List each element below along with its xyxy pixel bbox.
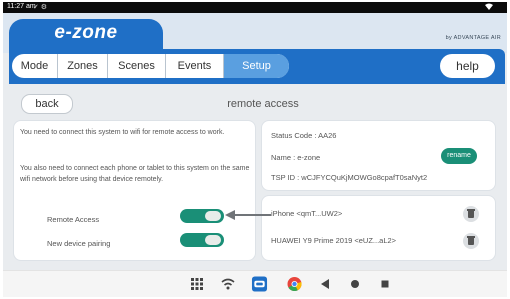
paired-device-label: iPhone <qmT...UW2>: [271, 209, 343, 218]
wifi-icon[interactable]: [221, 276, 235, 292]
help-button[interactable]: help: [440, 54, 495, 78]
wifi-requirement-message: You need to connect this system to wifi …: [20, 129, 225, 136]
android-status-bar: 11:27 am ✓ ⚙: [3, 2, 507, 13]
paired-device-label: HUAWEI Y9 Prime 2019 <eUZ...aL2>: [271, 236, 397, 245]
tsp-id: TSP ID : wCJFYCQuKjMOWGo8cpafT0saNyt2: [271, 173, 428, 182]
tab-events[interactable]: Events: [166, 54, 224, 78]
main-tabs: Mode Zones Scenes Events Setup: [12, 54, 289, 78]
ezone-app-icon[interactable]: [251, 276, 268, 292]
paired-devices-card: iPhone <qmT...UW2> HUAWEI Y9 Prime 2019 …: [261, 195, 496, 261]
rename-button[interactable]: rename: [441, 148, 477, 164]
home-circle-icon[interactable]: [349, 276, 361, 292]
toggle-knob: [205, 235, 221, 245]
advantage-air-byline: by ADVANTAGE AIR: [445, 35, 501, 41]
tab-setup[interactable]: Setup: [224, 54, 289, 78]
chrome-icon[interactable]: [287, 276, 302, 292]
remote-access-toggle[interactable]: [180, 209, 224, 223]
apps-grid-icon[interactable]: [190, 276, 204, 292]
system-status-card: Status Code : AA26 Name : e-zone rename …: [261, 120, 496, 191]
ezone-logo: e-zone: [54, 22, 118, 43]
tab-mode[interactable]: Mode: [12, 54, 58, 78]
pointer-arrow-icon: [225, 210, 271, 220]
tablet-screen: 11:27 am ✓ ⚙ e-zone by ADVANTAGE AIR Mod…: [3, 2, 507, 297]
delete-device-trash-icon[interactable]: [463, 206, 479, 222]
tab-scenes[interactable]: Scenes: [108, 54, 166, 78]
new-device-pairing-toggle[interactable]: [180, 233, 224, 247]
android-nav-bar: [3, 270, 507, 297]
status-icons: ✓ ⚙: [33, 4, 48, 11]
system-name: Name : e-zone: [271, 153, 321, 162]
status-code: Status Code : AA26: [271, 131, 337, 140]
page-title: remote access: [227, 98, 299, 110]
wifi-signal-icon: [485, 3, 493, 12]
back-button[interactable]: back: [21, 94, 73, 114]
remote-access-card: You need to connect this system to wifi …: [13, 120, 256, 261]
status-time: 11:27 am: [7, 3, 36, 10]
delete-device-trash-icon[interactable]: [463, 233, 479, 249]
tab-zones[interactable]: Zones: [58, 54, 108, 78]
remote-access-label: Remote Access: [47, 215, 100, 224]
new-device-pairing-label: New device pairing: [47, 239, 111, 248]
back-triangle-icon[interactable]: [319, 276, 331, 292]
device-connect-message: You also need to connect each phone or t…: [20, 165, 250, 183]
recents-square-icon[interactable]: [379, 276, 391, 292]
toggle-knob: [205, 211, 221, 221]
